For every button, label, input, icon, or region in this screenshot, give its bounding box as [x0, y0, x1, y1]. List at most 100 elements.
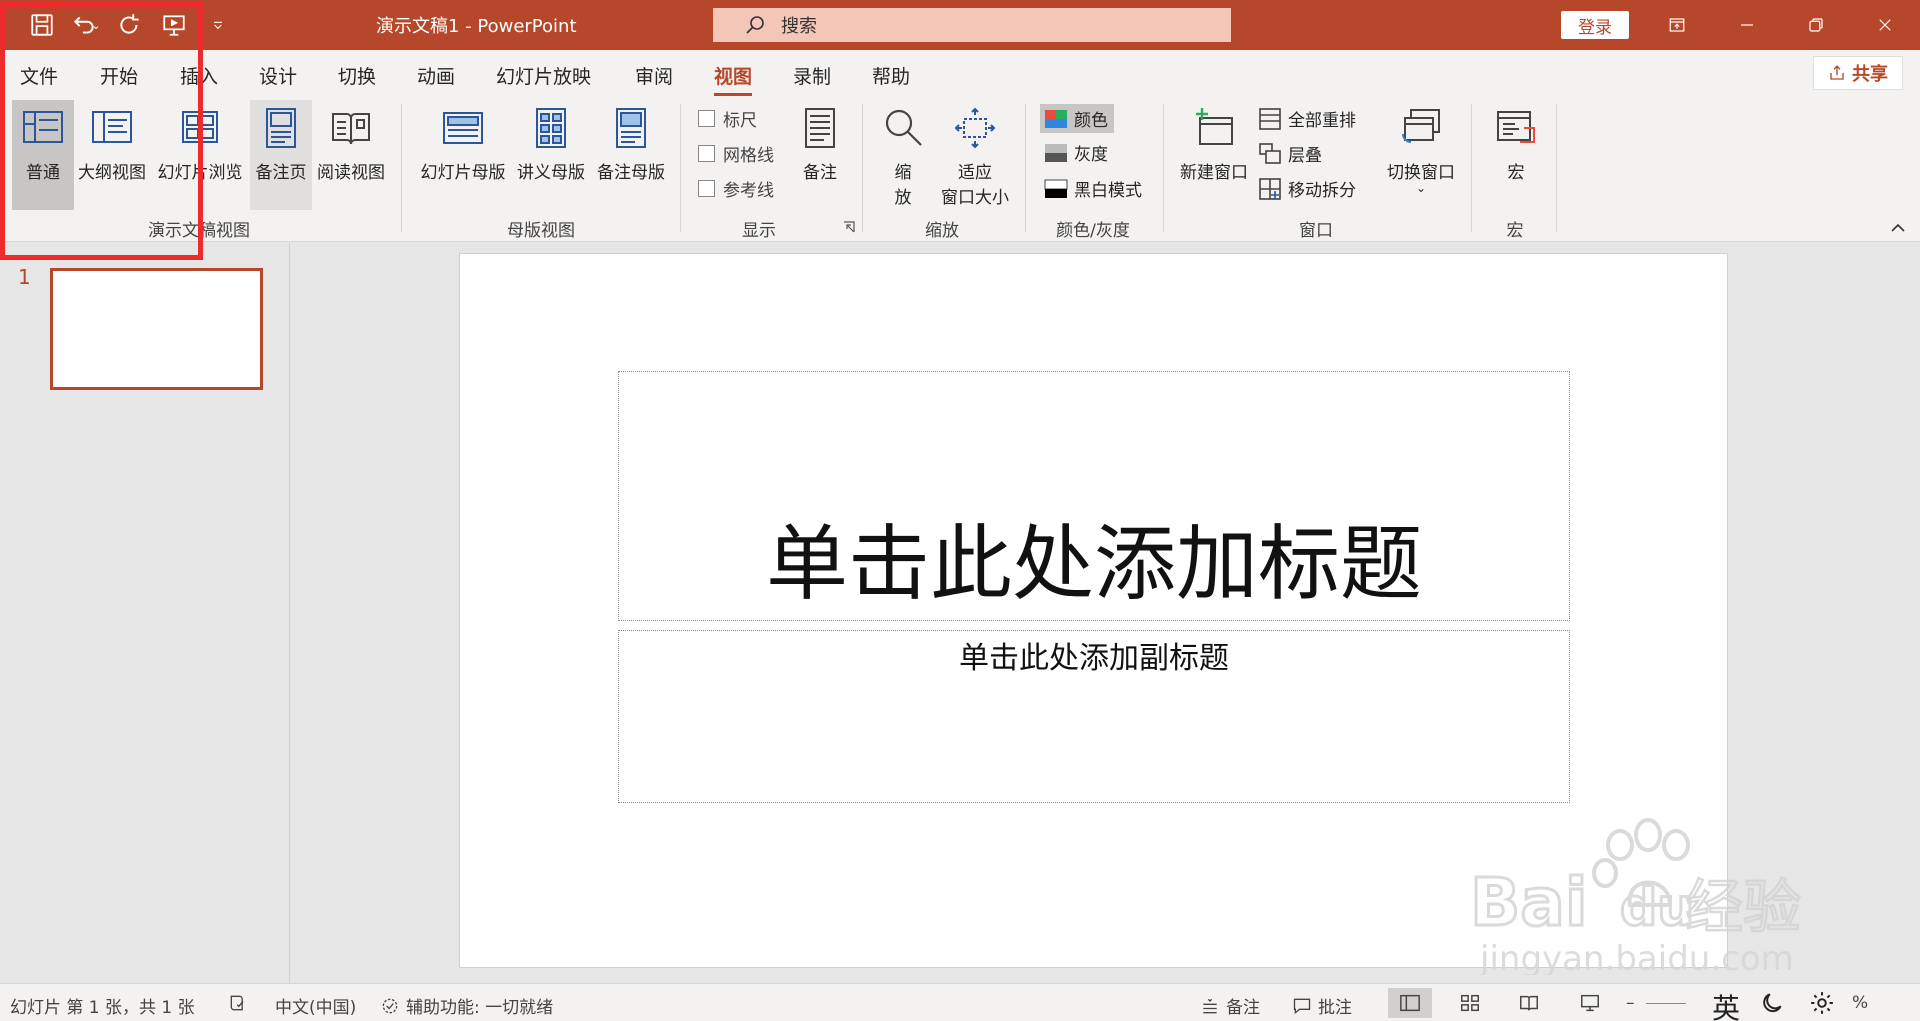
group-window-label: 窗口	[1299, 221, 1333, 241]
search-input[interactable]: 搜索	[713, 8, 1231, 42]
notes-page-button[interactable]: 备注页	[250, 100, 312, 210]
cascade-button[interactable]: 层叠	[1258, 141, 1322, 166]
handout-master-icon	[536, 108, 566, 148]
cascade-icon	[1259, 142, 1281, 164]
group-separator	[1163, 104, 1164, 232]
minimize-icon	[1741, 24, 1753, 26]
group-separator	[1556, 104, 1557, 232]
grayscale-mode-button[interactable]: 灰度	[1044, 140, 1108, 165]
restore-button[interactable]	[1786, 0, 1846, 50]
language-indicator[interactable]: 中文(中国)	[275, 993, 356, 1018]
slide-thumbnail[interactable]	[50, 268, 263, 390]
normal-view-status-button[interactable]	[1388, 988, 1432, 1018]
slideshow-small-icon	[1581, 994, 1599, 1012]
checkbox-box	[698, 180, 715, 197]
share-button[interactable]: 共享	[1813, 56, 1903, 90]
notes-page-icon	[266, 108, 296, 148]
tab-slideshow[interactable]: 幻灯片放映	[496, 62, 591, 89]
zoom-slider[interactable]	[1646, 1003, 1686, 1004]
grid-icon	[1461, 994, 1479, 1012]
moon-icon	[1763, 993, 1782, 1013]
tab-home[interactable]: 开始	[100, 62, 138, 89]
title-placeholder[interactable]: 单击此处添加标题	[618, 371, 1570, 621]
close-icon	[1879, 19, 1891, 31]
comments-status-button[interactable]: 批注	[1292, 993, 1352, 1018]
normal-view-button[interactable]: 普通	[12, 100, 74, 210]
customize-qat-button[interactable]	[196, 0, 240, 50]
subtitle-placeholder-text: 单击此处添加副标题	[959, 641, 1229, 676]
slide-sorter-button[interactable]: 幻灯片浏览	[154, 100, 246, 210]
undo-dropdown-icon[interactable]: ⌄	[91, 19, 100, 32]
tab-animations[interactable]: 动画	[417, 62, 455, 89]
color-mode-button[interactable]: 颜色	[1040, 104, 1114, 133]
guides-checkbox[interactable]: 参考线	[698, 176, 774, 201]
tab-transitions[interactable]: 切换	[338, 62, 376, 89]
zoom-out-button[interactable]: –	[1626, 993, 1635, 1013]
arrange-all-button[interactable]: 全部重排	[1258, 106, 1356, 131]
close-button[interactable]	[1855, 0, 1915, 50]
tab-review[interactable]: 审阅	[635, 62, 673, 89]
reading-view-status-button[interactable]	[1507, 988, 1551, 1018]
zoom-percent[interactable]: %	[1852, 993, 1868, 1013]
checkbox-box	[698, 145, 715, 162]
slideshow-status-button[interactable]	[1568, 988, 1612, 1018]
new-window-button[interactable]: 新建窗口	[1176, 100, 1252, 210]
zoom-button[interactable]: 缩 放	[874, 100, 932, 210]
show-dialog-launcher-icon[interactable]	[842, 220, 856, 234]
reading-view-button[interactable]: 阅读视图	[314, 100, 388, 210]
restore-icon	[1809, 18, 1823, 32]
start-slideshow-button[interactable]	[152, 0, 196, 50]
spell-check-button[interactable]	[228, 993, 254, 1013]
redo-button[interactable]	[108, 0, 152, 50]
slide-master-button[interactable]: 幻灯片母版	[416, 100, 510, 210]
gear-icon	[1811, 992, 1833, 1014]
handout-master-button[interactable]: 讲义母版	[512, 100, 590, 210]
collapse-ribbon-icon[interactable]	[1890, 221, 1906, 233]
slide-sorter-status-button[interactable]	[1448, 988, 1492, 1018]
group-color-label: 颜色/灰度	[1056, 221, 1130, 241]
tab-design[interactable]: 设计	[259, 62, 297, 89]
minimize-button[interactable]	[1717, 0, 1777, 50]
tab-view[interactable]: 视图	[714, 62, 753, 96]
accessibility-status[interactable]: 辅助功能: 一切就绪	[380, 993, 553, 1018]
move-split-icon	[1259, 177, 1281, 200]
accessibility-icon	[382, 998, 398, 1013]
save-button[interactable]	[20, 0, 64, 50]
login-button[interactable]: 登录	[1561, 11, 1629, 39]
group-separator	[1471, 104, 1472, 232]
switch-windows-button[interactable]: 切换窗口 ⌄	[1380, 100, 1462, 210]
group-separator	[401, 104, 402, 232]
settings-button[interactable]	[1809, 990, 1841, 1016]
tab-file[interactable]: 文件	[20, 62, 58, 89]
fit-to-window-button[interactable]: 适应 窗口大小	[936, 100, 1014, 210]
undo-button[interactable]: ⌄	[64, 0, 108, 50]
group-separator	[680, 104, 681, 232]
tab-help[interactable]: 帮助	[872, 62, 910, 89]
ime-indicator[interactable]: 英	[1712, 987, 1740, 1021]
save-icon	[31, 14, 53, 36]
notes-master-button[interactable]: 备注母版	[592, 100, 670, 210]
grayscale-swatch-icon	[1045, 143, 1067, 162]
slide-canvas: 单击此处添加标题 单击此处添加副标题	[291, 243, 1920, 983]
notes-status-icon	[1203, 998, 1217, 1013]
slide-number: 1	[18, 265, 31, 289]
ribbon-display-options-button[interactable]	[1647, 0, 1707, 50]
macros-button[interactable]: 宏	[1486, 100, 1546, 210]
slide[interactable]: 单击此处添加标题 单击此处添加副标题	[459, 253, 1728, 968]
search-icon	[746, 16, 764, 34]
move-split-button[interactable]: 移动拆分	[1258, 176, 1356, 201]
black-white-mode-button[interactable]: 黑白模式	[1044, 176, 1142, 201]
tab-record[interactable]: 录制	[793, 62, 831, 89]
night-mode-button[interactable]	[1759, 990, 1791, 1016]
ruler-checkbox[interactable]: 标尺	[698, 106, 757, 131]
reading-view-icon	[332, 113, 370, 145]
notes-toggle-button[interactable]: 备注	[792, 100, 848, 210]
outline-view-button[interactable]: 大纲视图	[76, 100, 148, 210]
tab-insert[interactable]: 插入	[180, 62, 218, 89]
gridlines-checkbox[interactable]: 网格线	[698, 141, 774, 166]
subtitle-placeholder[interactable]: 单击此处添加副标题	[618, 630, 1570, 803]
group-presentation-views-label: 演示文稿视图	[148, 221, 250, 241]
notes-status-button[interactable]: 备注	[1200, 993, 1260, 1018]
slide-thumbnails-pane: 1	[0, 243, 290, 983]
notes-master-icon	[616, 108, 646, 148]
